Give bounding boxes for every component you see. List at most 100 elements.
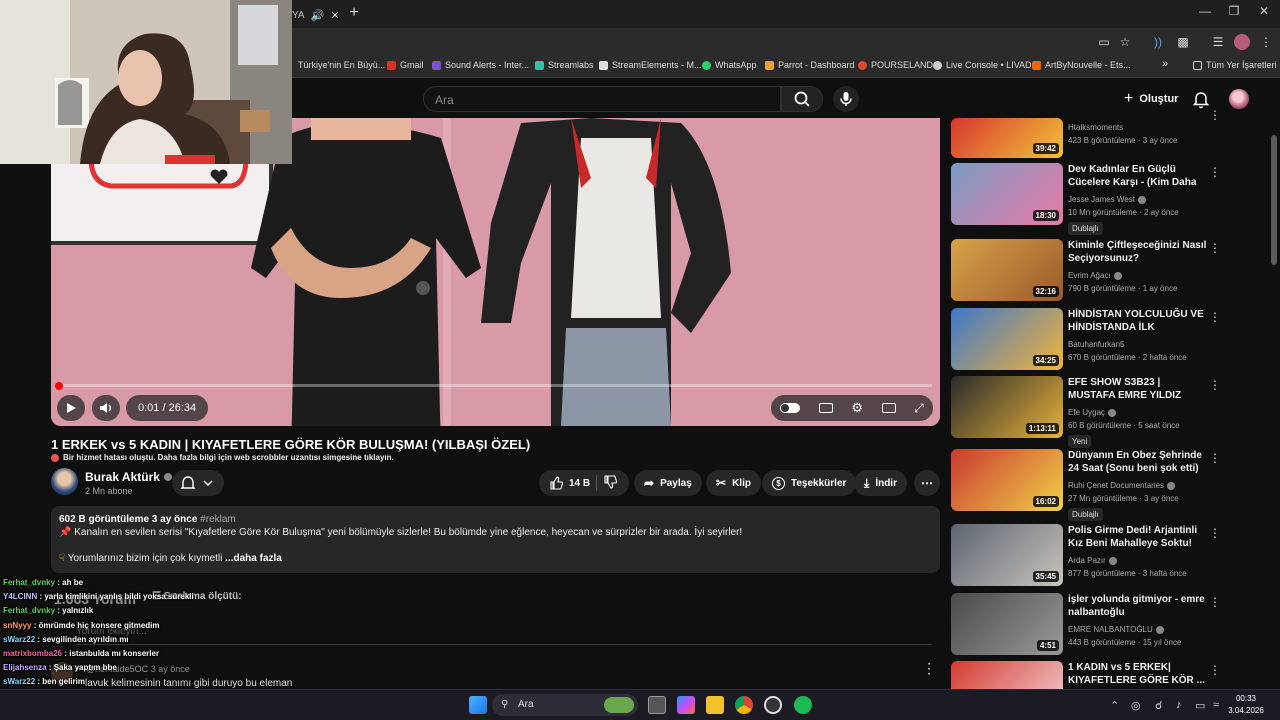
video-thumbnail[interactable]: 32:16 <box>951 239 1063 301</box>
bookmark-item[interactable]: Live Console • LIVAD <box>933 60 1032 70</box>
taskbar-search[interactable]: ⚲ Ara <box>492 694 638 716</box>
bookmark-item[interactable]: Parrot - Dashboard <box>765 60 855 70</box>
file-explorer-icon[interactable] <box>706 696 724 714</box>
bookmark-star-icon[interactable]: ☆ <box>1117 34 1133 50</box>
browser-menu-icon[interactable]: ⋮ <box>1258 34 1274 50</box>
chat-username[interactable]: Ferhat_dvnky <box>3 578 55 587</box>
recommended-channel[interactable]: Ruhi Çenet Documentaries <box>1068 481 1176 490</box>
chat-username[interactable]: Ferhat_dvnky <box>3 606 55 615</box>
recommended-title[interactable]: Dev Kadınlar En Güçlü Cücelere Karşı - (… <box>1068 163 1208 189</box>
recommended-video[interactable]: 34:25 HİNDİSTAN YOLCULUĞU VE HİNDİSTANDA … <box>951 308 1251 374</box>
tray-network-off-icon[interactable]: ☌ <box>1155 699 1162 712</box>
video-thumbnail[interactable]: 18:30 <box>951 163 1063 225</box>
obs-icon[interactable] <box>764 696 782 714</box>
microphone-tray-icon[interactable]: ♪ <box>1176 699 1182 711</box>
video-menu-icon[interactable]: ⋮ <box>1209 310 1221 324</box>
channel-avatar[interactable] <box>51 468 78 495</box>
video-menu-icon[interactable]: ⋮ <box>1209 595 1221 609</box>
video-player[interactable] <box>51 118 940 426</box>
chat-username[interactable]: sWarz22 <box>3 677 35 686</box>
settings-gear-icon[interactable]: ⚙ <box>851 400 863 416</box>
bookmark-item[interactable]: Gmail <box>387 60 424 70</box>
show-more-link[interactable]: ...daha fazla <box>225 553 282 564</box>
video-menu-icon[interactable]: ⋮ <box>1209 378 1221 392</box>
bookmark-item[interactable]: WhatsApp <box>702 60 757 70</box>
recommended-video[interactable]: 32:16 Kiminle Çiftleşeceğinizi Nasıl Seçi… <box>951 239 1251 305</box>
browser-tab[interactable]: YA 🔊 ✕ <box>292 4 344 26</box>
like-button[interactable]: 14 B <box>549 476 590 490</box>
theater-mode-icon[interactable] <box>881 403 896 413</box>
recommended-channel[interactable]: Jesse James West <box>1068 195 1146 204</box>
chat-username[interactable]: Elijahsenza <box>3 663 47 672</box>
share-button[interactable]: ➦ Paylaş <box>634 470 702 496</box>
search-button[interactable] <box>781 86 823 112</box>
bookmark-item[interactable]: POURSELAND <box>858 60 933 70</box>
voice-search-button[interactable] <box>833 86 859 112</box>
video-thumbnail[interactable]: 39:42 <box>951 118 1063 158</box>
account-avatar[interactable] <box>1229 89 1249 109</box>
chat-username[interactable]: matrixbomba26 <box>3 649 62 658</box>
recommended-channel[interactable]: Evrim Ağacı <box>1068 271 1122 280</box>
tray-overflow-icon[interactable]: ⌃ <box>1110 699 1119 712</box>
thanks-button[interactable]: $ Teşekkürler <box>762 470 857 496</box>
spotify-icon[interactable] <box>794 696 812 714</box>
hashtag-link[interactable]: #reklam <box>200 514 236 525</box>
more-actions-button[interactable]: ⋯ <box>914 470 940 496</box>
recommended-title[interactable]: HİNDİSTAN YOLCULUĞU VE HİNDİSTANDA İLK G… <box>1068 308 1208 334</box>
recommended-title[interactable]: Dünyanın En Obez Şehrinde 24 Saat (Sonu … <box>1068 449 1208 475</box>
tab-search-icon[interactable]: ☰ <box>1210 34 1226 50</box>
page-scrollbar[interactable] <box>1271 135 1277 265</box>
chrome-icon[interactable] <box>735 696 753 714</box>
progress-scrubber-handle[interactable] <box>55 382 63 390</box>
mute-button[interactable] <box>92 395 120 421</box>
video-menu-icon[interactable]: ⋮ <box>1209 451 1221 465</box>
fullscreen-icon[interactable]: ⤢ <box>914 401 924 416</box>
video-menu-icon[interactable]: ⋮ <box>1209 108 1221 122</box>
recommended-video[interactable]: 18:30 Dev Kadınlar En Güçlü Cücelere Karş… <box>951 163 1251 235</box>
bookmark-item[interactable]: ArtByNouvelle - Ets... <box>1032 60 1131 70</box>
recommended-title[interactable]: Polis Girme Dedi! Arjantinli Kız Beni Ma… <box>1068 524 1208 550</box>
minimize-icon[interactable]: — <box>1195 4 1215 18</box>
comment-menu-icon[interactable]: ⋮ <box>922 660 936 677</box>
all-bookmarks[interactable]: Tüm Yer İşaretleri <box>1193 60 1277 70</box>
tab-audio-icon[interactable]: 🔊 <box>311 9 325 22</box>
recommended-channel[interactable]: Htalksmoments <box>1068 123 1123 132</box>
cast-icon[interactable]: ▭ <box>1096 34 1112 50</box>
profile-icon[interactable] <box>1234 34 1250 50</box>
video-menu-icon[interactable]: ⋮ <box>1209 526 1221 540</box>
subtitles-icon[interactable] <box>818 403 833 413</box>
restore-icon[interactable]: ❐ <box>1224 4 1244 18</box>
recommended-channel[interactable]: EMRE NALBANTOĞLU <box>1068 625 1164 634</box>
recommended-title[interactable]: EFE SHOW S3B23 | MUSTAFA EMRE YILDIZ <box>1068 376 1208 402</box>
recommended-title[interactable]: işler yolunda gitmiyor - emre nalbantoğl… <box>1068 593 1208 619</box>
video-menu-icon[interactable]: ⋮ <box>1209 663 1221 677</box>
recommended-title[interactable]: Kiminle Çiftleşeceğinizi Nasıl Seçiyorsu… <box>1068 239 1208 265</box>
tray-app-icon[interactable]: ◎ <box>1131 699 1141 712</box>
recommended-video[interactable]: 1:13:11 EFE SHOW S3B23 | MUSTAFA EMRE YIL… <box>951 376 1251 448</box>
download-button[interactable]: ⤓ İndir <box>854 470 907 496</box>
video-menu-icon[interactable]: ⋮ <box>1209 241 1221 255</box>
create-button[interactable]: + Oluştur <box>1114 86 1189 112</box>
recommended-video[interactable]: 4:51 işler yolunda gitmiyor - emre nalban… <box>951 593 1251 659</box>
tab-close-icon[interactable]: ✕ <box>330 9 339 22</box>
video-thumbnail[interactable]: 35:45 <box>951 524 1063 586</box>
chat-username[interactable]: sWarz22 <box>3 635 35 644</box>
video-menu-icon[interactable]: ⋮ <box>1209 165 1221 179</box>
video-thumbnail[interactable]: 16:02 <box>951 449 1063 511</box>
chat-username[interactable]: snNyyy <box>3 621 31 630</box>
video-progress-bar[interactable] <box>60 384 932 387</box>
windows-start-icon[interactable] <box>469 696 487 714</box>
recommended-channel[interactable]: Efe Uygaç <box>1068 408 1116 417</box>
play-button[interactable] <box>57 395 85 421</box>
new-tab-button[interactable]: + <box>346 4 362 22</box>
autoplay-toggle[interactable] <box>780 403 801 413</box>
notifications-button[interactable] <box>1190 88 1212 110</box>
recommended-video[interactable]: 16:02 Dünyanın En Obez Şehrinde 24 Saat (… <box>951 449 1251 521</box>
video-thumbnail[interactable]: 4:51 <box>951 593 1063 655</box>
search-input[interactable]: Ara <box>423 86 781 112</box>
extension-audio-icon[interactable]: )) <box>1150 34 1166 50</box>
clip-button[interactable]: ✂ Klip <box>706 470 761 496</box>
bookmark-item[interactable]: Sound Alerts - Inter... <box>432 60 529 70</box>
copilot-icon[interactable] <box>677 696 695 714</box>
bookmark-item[interactable]: Streamlabs <box>535 60 594 70</box>
